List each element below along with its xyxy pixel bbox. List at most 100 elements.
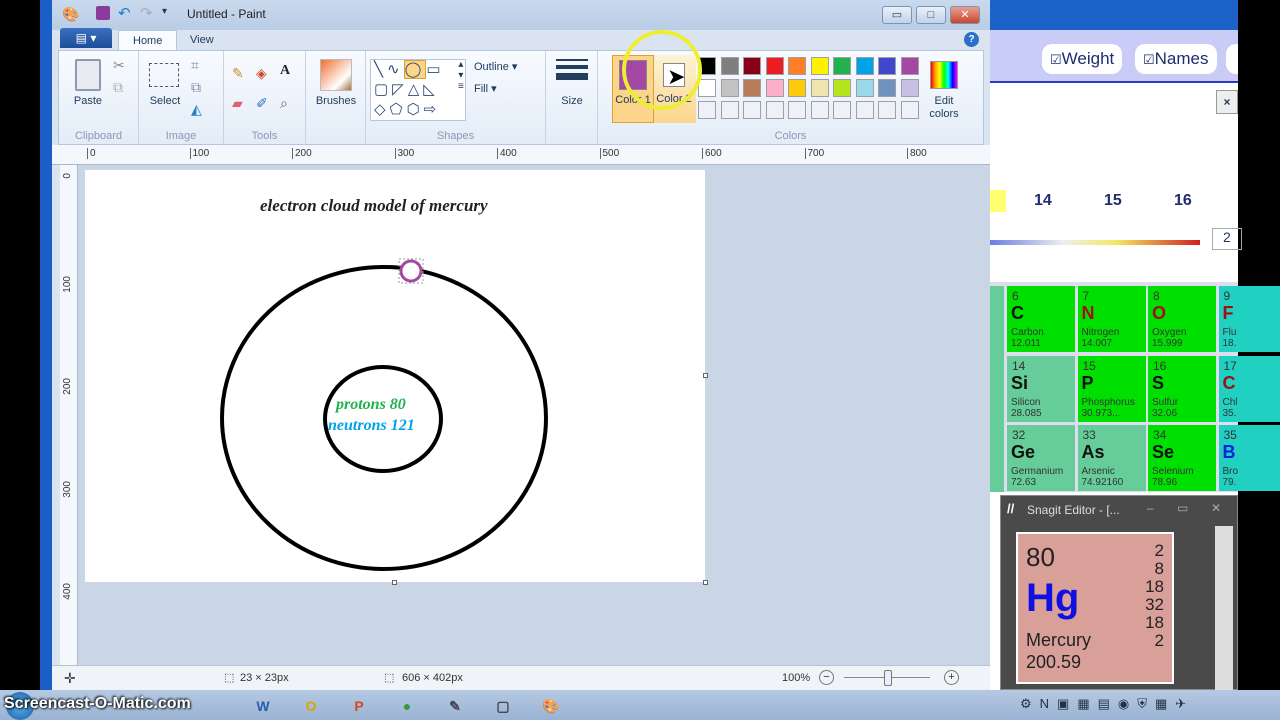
custom-color-slot[interactable]	[720, 101, 739, 119]
zoom-in-button[interactable]: +	[944, 670, 959, 685]
palette-color-swatch[interactable]	[878, 57, 896, 75]
custom-color-slot[interactable]	[855, 101, 874, 119]
taskbar-app-button[interactable]: O	[292, 692, 330, 720]
minimize-button[interactable]: ▭	[882, 6, 912, 24]
names-toggle[interactable]: ☑Names	[1135, 44, 1217, 74]
palette-color-swatch[interactable]	[833, 57, 851, 75]
file-menu-button[interactable]: ▤ ▾	[60, 28, 112, 48]
element-cell-arsenic[interactable]: 33 As Arsenic 74.92160	[1077, 425, 1146, 491]
element-cell-carbon[interactable]: 6 C Carbon 12.011	[1007, 286, 1075, 352]
outline-button[interactable]: Outline ▾	[474, 60, 517, 73]
element-cell-silicon[interactable]: 14 Si Silicon 28.085	[1007, 355, 1075, 422]
paste-icon[interactable]	[75, 59, 101, 91]
drawing-canvas[interactable]: electron cloud model of mercury protons …	[85, 170, 705, 582]
palette-color-swatch[interactable]	[810, 79, 829, 97]
palette-color-swatch[interactable]	[855, 57, 874, 75]
cut-icon[interactable]: ✂	[113, 57, 125, 74]
taskbar-app-button[interactable]: P	[340, 692, 378, 720]
canvas-resize-handle-corner[interactable]	[703, 580, 708, 585]
resize-icon[interactable]: ⧉	[191, 79, 201, 96]
element-cell-chl[interactable]: 17 C Chl 35.	[1218, 355, 1280, 422]
zoom-out-button[interactable]: −	[819, 670, 834, 685]
color-picker-icon[interactable]: ✐	[256, 95, 268, 112]
edit-colors-icon[interactable]	[930, 61, 958, 89]
palette-color-swatch[interactable]	[833, 79, 851, 97]
text-icon[interactable]: A	[280, 63, 290, 79]
fill-button[interactable]: Fill ▾	[474, 82, 497, 95]
palette-color-swatch[interactable]	[855, 79, 874, 97]
close-button[interactable]: ✕	[950, 6, 980, 24]
palette-color-swatch[interactable]	[743, 57, 761, 75]
palette-color-swatch[interactable]	[900, 57, 919, 75]
brushes-icon[interactable]	[320, 59, 352, 91]
palette-color-swatch[interactable]	[765, 79, 784, 97]
element-cell-flu[interactable]: 9 F Flu 18.	[1218, 286, 1280, 352]
custom-color-slot[interactable]	[810, 101, 829, 119]
crop-icon[interactable]: ⌗	[191, 57, 199, 74]
zoom-slider-thumb[interactable]	[884, 670, 892, 686]
maximize-button[interactable]: □	[916, 6, 946, 24]
taskbar-app-button[interactable]: ✎	[436, 692, 474, 720]
palette-color-swatch[interactable]	[698, 79, 716, 97]
element-cell-oxygen[interactable]: 8 O Oxygen 15.999	[1148, 286, 1216, 352]
system-tray[interactable]: ⚙N▣▦▤◉⛨▦✈	[1020, 696, 1240, 716]
element-cell-selenium[interactable]: 34 Se Selenium 78.96	[1148, 425, 1216, 491]
select-icon[interactable]	[149, 63, 179, 87]
taskbar-app-button[interactable]: ●	[388, 692, 426, 720]
custom-color-slot[interactable]	[878, 101, 896, 119]
tab-home[interactable]: Home	[118, 30, 178, 50]
palette-color-swatch[interactable]	[765, 57, 784, 75]
size-button[interactable]: Size	[546, 95, 598, 107]
tab-view[interactable]: View	[176, 30, 228, 50]
select-button[interactable]: Select	[141, 95, 189, 107]
element-cell-bro[interactable]: 35 B Bro 79.	[1218, 425, 1280, 491]
rotate-icon[interactable]: ◭	[191, 101, 202, 118]
custom-color-slot[interactable]	[788, 101, 806, 119]
brushes-button[interactable]: Brushes	[306, 95, 366, 107]
names-checkbox[interactable]: ☑	[1143, 52, 1155, 67]
custom-color-slot[interactable]	[765, 101, 784, 119]
close-panel-button[interactable]: ×	[1216, 90, 1238, 114]
element-cell-sulfur[interactable]: 16 S Sulfur 32.06	[1148, 355, 1216, 422]
shapes-scroll[interactable]: ▴ ▾ ≡	[458, 59, 464, 92]
pencil-icon[interactable]: ✎	[232, 65, 244, 82]
taskbar-app-button[interactable]: 🎨	[532, 692, 570, 720]
canvas-resize-handle-bottom[interactable]	[392, 580, 397, 585]
taskbar-app-button[interactable]: ▢	[484, 692, 522, 720]
snagit-maximize-button[interactable]: ▭	[1177, 501, 1188, 515]
magnifier-icon[interactable]: ⌕	[280, 95, 288, 112]
fill-bucket-icon[interactable]: ◈	[256, 65, 267, 82]
palette-color-swatch[interactable]	[810, 57, 829, 75]
element-cell-phosphorus[interactable]: 15 P Phosphorus 30.973...	[1077, 355, 1146, 422]
element-cell-nitrogen[interactable]: 7 N Nitrogen 14.007	[1077, 286, 1146, 352]
undo-icon[interactable]: ↶	[118, 4, 131, 22]
oval-shape-icon[interactable]: ◯	[403, 60, 427, 79]
palette-color-swatch[interactable]	[743, 79, 761, 97]
value-field[interactable]: 2	[1212, 228, 1242, 250]
palette-color-swatch[interactable]	[900, 79, 919, 97]
palette-color-swatch[interactable]	[878, 79, 896, 97]
snagit-close-button[interactable]: ✕	[1211, 501, 1221, 515]
palette-color-swatch[interactable]	[720, 79, 739, 97]
redo-icon[interactable]: ↷	[140, 4, 153, 22]
palette-color-swatch[interactable]	[720, 57, 739, 75]
snagit-minimize-button[interactable]: –	[1147, 501, 1154, 515]
copy-icon[interactable]: ⧉	[113, 79, 123, 96]
custom-color-slot[interactable]	[900, 101, 919, 119]
save-icon[interactable]	[96, 6, 110, 20]
palette-color-swatch[interactable]	[788, 57, 806, 75]
snagit-scrollbar[interactable]	[1215, 526, 1233, 691]
custom-color-slot[interactable]	[833, 101, 851, 119]
help-icon[interactable]: ?	[964, 32, 979, 47]
eraser-icon[interactable]: ▰	[232, 95, 243, 112]
palette-color-swatch[interactable]	[788, 79, 806, 97]
custom-color-slot[interactable]	[698, 101, 716, 119]
quick-access-dropdown[interactable]: ▾	[162, 6, 167, 17]
option-toggle-partial[interactable]	[1226, 44, 1238, 74]
edit-colors-button[interactable]: Edit colors	[920, 95, 968, 121]
shapes-gallery[interactable]: ╲∿◯▭ ▢◸△◺ ◇⬠⬡⇨	[370, 59, 466, 121]
weight-toggle[interactable]: ☑Weight	[1042, 44, 1123, 74]
custom-color-slot[interactable]	[743, 101, 761, 119]
element-cell-germanium[interactable]: 32 Ge Germanium 72.63	[1007, 425, 1075, 491]
mercury-element-card[interactable]: 80 Hg Mercury 200.59 2 8 18 32 18 2	[1016, 532, 1174, 684]
